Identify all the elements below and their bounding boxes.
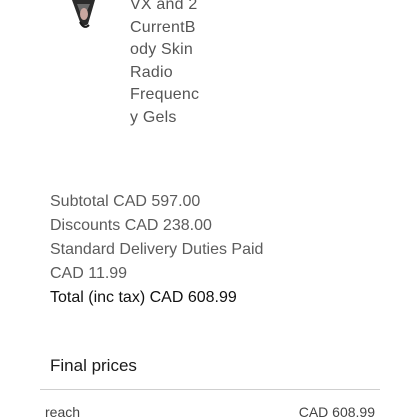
section-divider	[40, 389, 380, 390]
discounts-line: Discounts CAD 238.00	[50, 217, 212, 234]
delivery-label: Standard Delivery Duties Paid	[50, 241, 264, 258]
final-prices-title: Final prices	[50, 356, 137, 375]
total-line: Total (inc tax) CAD 608.99	[50, 289, 237, 306]
order-summary-page: VX and 2 CurrentB ody Skin Radio Frequen…	[0, 0, 420, 420]
product-thumbnail-image	[72, 0, 95, 28]
final-price-row: reach CAD 608.99	[45, 404, 375, 420]
final-price-row-label: reach	[45, 404, 81, 420]
order-summary: Subtotal CAD 597.00 Discounts CAD 238.00…	[50, 190, 380, 310]
final-price-row-value: CAD 608.99	[298, 404, 375, 420]
product-name[interactable]: VX and 2 CurrentB ody Skin Radio Frequen…	[130, 0, 220, 129]
subtotal-line: Subtotal CAD 597.00	[50, 193, 201, 210]
delivery-amount: CAD 11.99	[50, 265, 128, 282]
